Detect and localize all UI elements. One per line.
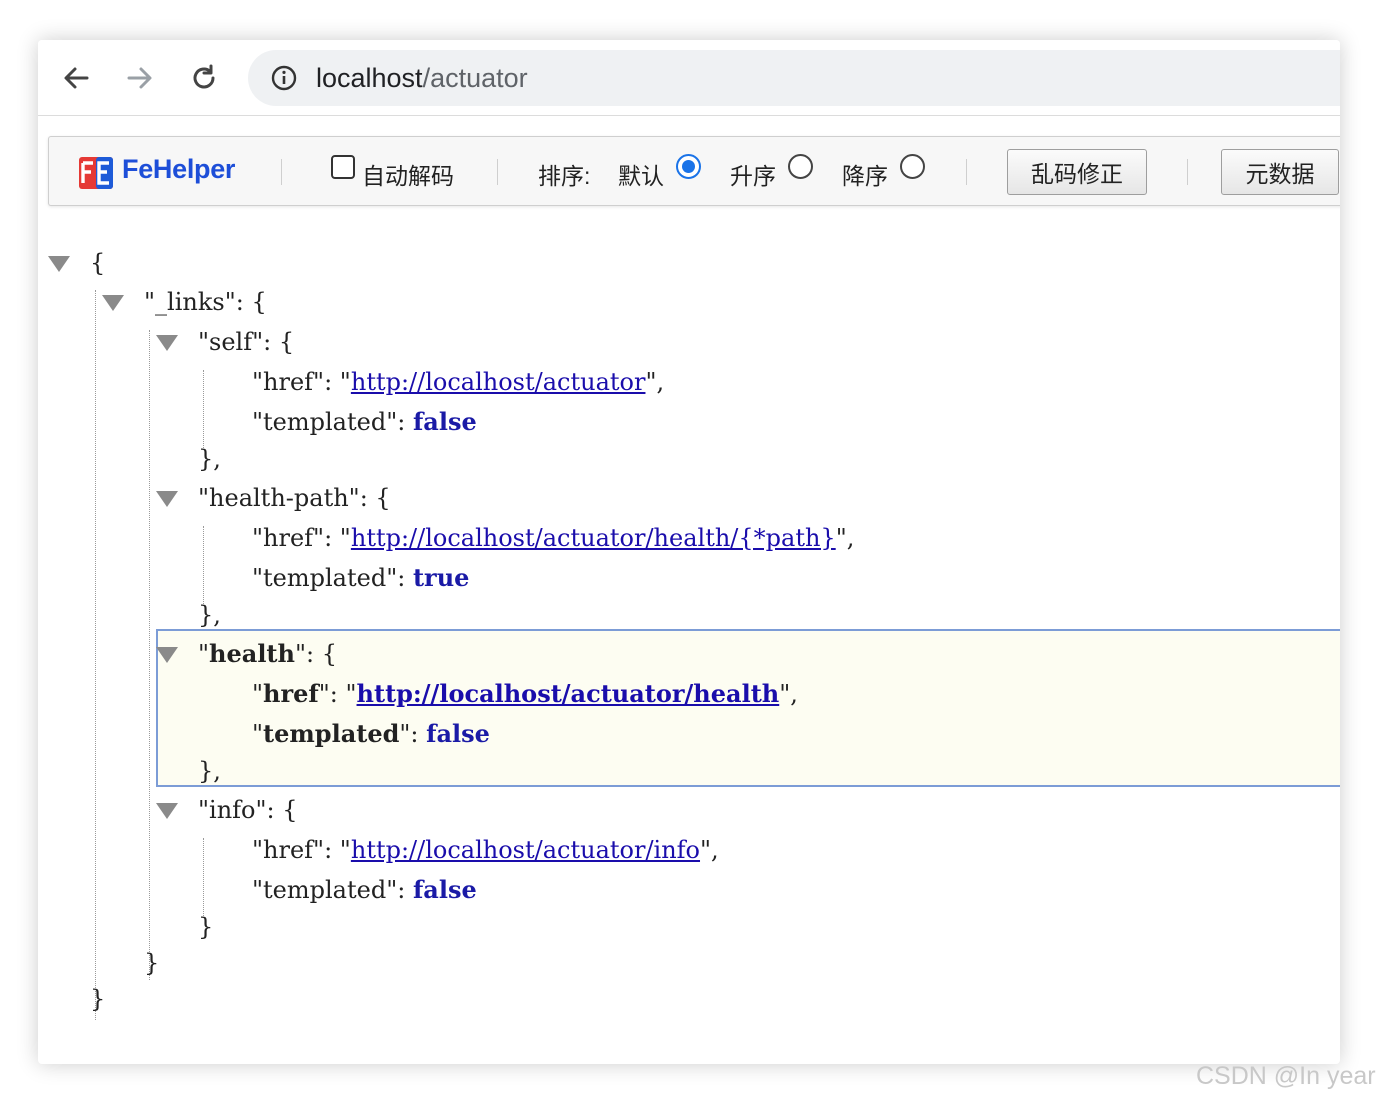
json-line: "health": { — [198, 639, 337, 668]
json-line: } — [198, 913, 214, 941]
json-line: "templated": false — [252, 719, 490, 748]
json-key: "templated" — [252, 876, 398, 904]
json-line: "templated": false — [252, 407, 477, 436]
json-line: "href": "http://localhost/actuator/healt… — [252, 524, 855, 552]
json-key: "health-path" — [198, 484, 360, 512]
json-line: "self": { — [198, 328, 295, 356]
sort-default-label: 默认 — [618, 163, 664, 189]
reload-icon — [193, 64, 215, 89]
collapse-info-toggle[interactable] — [156, 803, 178, 819]
json-root-close: } — [90, 985, 106, 1013]
json-key: "self" — [198, 328, 264, 356]
json-line: "health-path": { — [198, 484, 391, 512]
toolbar-divider — [497, 159, 498, 185]
indent-guide — [203, 526, 204, 606]
fehelper-logo-icon — [79, 157, 113, 189]
url-host: localhost — [316, 63, 423, 93]
json-key: "href" — [252, 368, 325, 396]
collapse-health-path-toggle[interactable] — [156, 491, 178, 507]
back-button[interactable] — [58, 60, 94, 96]
json-line: "templated": true — [252, 563, 470, 592]
reload-button[interactable] — [186, 60, 222, 96]
sort-default-radio[interactable] — [676, 154, 701, 179]
json-key: templated — [263, 719, 400, 748]
sort-desc-label: 降序 — [842, 163, 888, 189]
collapse-self-toggle[interactable] — [156, 335, 178, 351]
auto-decode-checkbox[interactable] — [331, 155, 355, 179]
json-line: "href": "http://localhost/actuator/info"… — [252, 836, 719, 864]
forward-arrow-icon — [127, 67, 152, 89]
indent-guide — [203, 370, 204, 450]
json-line: }, — [198, 757, 221, 785]
json-key: "href" — [252, 836, 325, 864]
json-boolean: true — [412, 563, 470, 592]
sort-desc-radio[interactable] — [900, 154, 925, 179]
toolbar-divider — [281, 159, 282, 185]
json-line: "_links": { — [144, 288, 267, 316]
json-key: "templated" — [252, 564, 398, 592]
json-link[interactable]: http://localhost/actuator/info — [351, 836, 700, 864]
json-link[interactable]: http://localhost/actuator/health — [357, 679, 780, 708]
browser-window: localhost/actuator FeHelper 自动解码 排序: 默认 … — [38, 40, 1340, 1064]
json-key: "_links" — [144, 288, 236, 316]
open-brace: { — [90, 249, 106, 277]
address-bar[interactable]: localhost/actuator — [248, 50, 1340, 106]
json-boolean: false — [412, 875, 477, 904]
site-info-icon[interactable] — [270, 64, 298, 92]
forward-button[interactable] — [122, 60, 158, 96]
browser-toolbar: localhost/actuator — [38, 40, 1340, 116]
json-line: "href": "http://localhost/actuator", — [252, 368, 665, 396]
json-boolean: false — [426, 719, 490, 748]
json-key: "templated" — [252, 408, 398, 436]
sort-label: 排序: — [538, 163, 591, 189]
toolbar-divider — [966, 159, 967, 185]
json-line: }, — [198, 601, 221, 629]
indent-guide — [203, 838, 204, 918]
json-root-open: { — [90, 246, 105, 280]
fehelper-toolbar: FeHelper 自动解码 排序: 默认 升序 降序 乱码修正 元数据 — [48, 136, 1340, 206]
collapse-root-toggle[interactable] — [48, 256, 70, 272]
json-line: "href": "http://localhost/actuator/healt… — [252, 679, 798, 708]
json-key: "href" — [252, 524, 325, 552]
json-viewer: { "_links": { "self": { "href": "http://… — [38, 240, 1340, 1050]
json-link[interactable]: http://localhost/actuator/health/{*path} — [351, 524, 836, 552]
indent-guide — [95, 290, 96, 1020]
back-arrow-icon — [64, 67, 89, 89]
auto-decode-label: 自动解码 — [362, 163, 454, 189]
json-line: } — [144, 949, 160, 977]
fehelper-brand: FeHelper — [122, 154, 236, 184]
json-key: href — [263, 679, 319, 708]
json-boolean: false — [412, 407, 477, 436]
sort-asc-radio[interactable] — [788, 154, 813, 179]
sort-asc-label: 升序 — [730, 163, 776, 189]
url-text[interactable]: localhost/actuator — [316, 61, 528, 95]
url-path: /actuator — [422, 63, 528, 93]
fix-encoding-button[interactable]: 乱码修正 — [1007, 149, 1147, 195]
json-link[interactable]: http://localhost/actuator — [351, 368, 646, 396]
json-key: "info" — [198, 796, 267, 824]
indent-guide — [149, 330, 150, 980]
json-line: "info": { — [198, 796, 298, 824]
collapse-health-toggle[interactable] — [156, 647, 178, 663]
json-line: "templated": false — [252, 875, 477, 904]
toolbar-divider — [1187, 159, 1188, 185]
collapse-links-toggle[interactable] — [102, 295, 124, 311]
json-line: }, — [198, 445, 221, 473]
json-key: health — [209, 639, 295, 668]
metadata-button[interactable]: 元数据 — [1221, 149, 1339, 195]
watermark: CSDN @In year — [1196, 1062, 1376, 1090]
